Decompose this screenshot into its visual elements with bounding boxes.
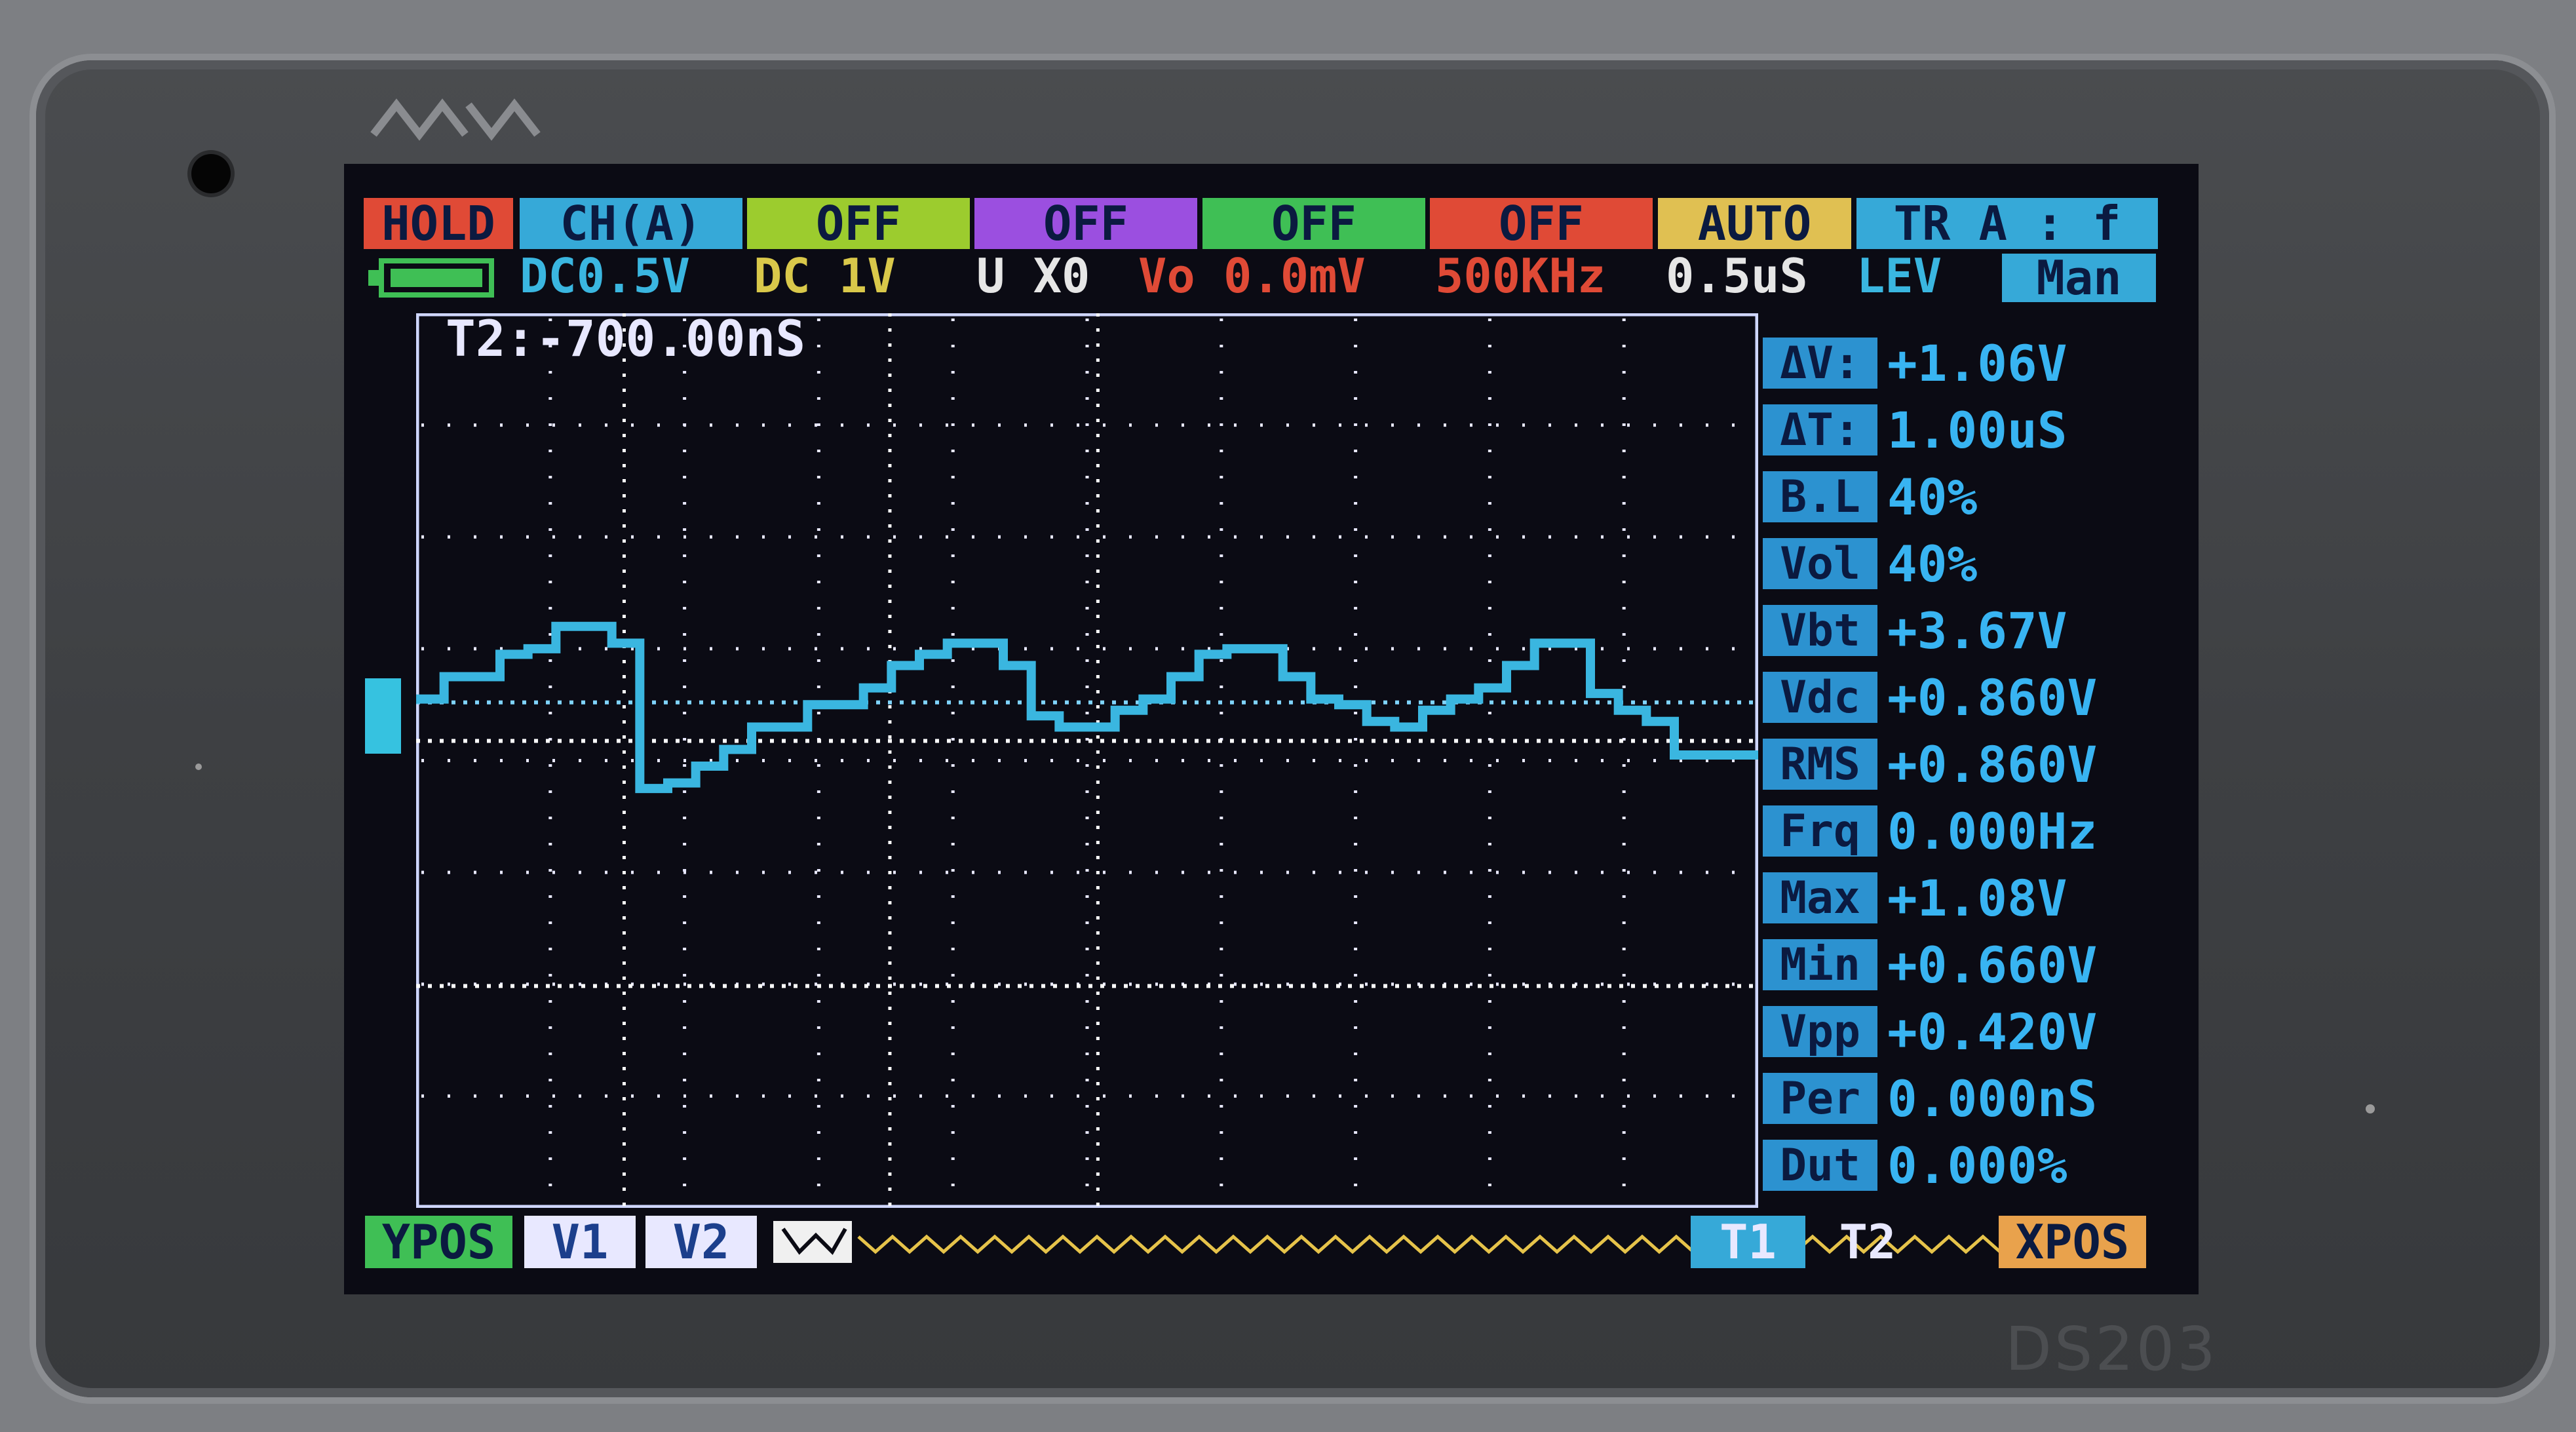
measurement-key[interactable]: Vol — [1763, 538, 1877, 590]
minidso-logo-icon — [370, 98, 541, 141]
cursor-time-readout: T2:-700.00nS — [446, 309, 806, 368]
measurement-value: 40% — [1887, 535, 1978, 593]
t2-cursor-button[interactable]: T2 — [1818, 1214, 1917, 1269]
measurement-key[interactable]: RMS — [1763, 739, 1877, 790]
v2-cursor-button[interactable]: V2 — [645, 1214, 757, 1269]
measurement-key[interactable]: Max — [1763, 872, 1877, 924]
bezel-dot — [2366, 1104, 2375, 1113]
measurement-key[interactable]: ΔT: — [1763, 404, 1877, 456]
oscilloscope-screen: HOLD CH(A) OFF OFF OFF OFF AUTO TR A : f DC0.5V… — [344, 164, 2199, 1294]
measurement-value: +0.660V — [1887, 936, 2098, 994]
measurement-key[interactable]: Dut — [1763, 1140, 1877, 1191]
channel-b-status[interactable]: DC 1V — [754, 250, 896, 301]
measurement-value: +0.860V — [1887, 735, 2098, 794]
menu-tab-3[interactable]: OFF — [974, 196, 1197, 251]
sample-rate[interactable]: 500KHz — [1435, 250, 1605, 301]
ch-a-offset-marker[interactable] — [365, 678, 401, 754]
camera-icon — [191, 154, 231, 193]
menu-tab-5[interactable]: OFF — [1430, 196, 1653, 251]
xpos-button[interactable]: XPOS — [1999, 1214, 2146, 1269]
menu-tab-2[interactable]: OFF — [747, 196, 970, 251]
measurement-value: 1.00uS — [1887, 401, 2067, 459]
trigger-level[interactable]: LEV — [1856, 250, 1942, 301]
measurement-value: +3.67V — [1887, 602, 2067, 660]
measurement-value: +0.860V — [1887, 668, 2098, 727]
menu-tab-1[interactable]: CH(A) — [520, 196, 742, 251]
measurement-value: 40% — [1887, 468, 1978, 526]
ypos-button[interactable]: YPOS — [365, 1214, 512, 1269]
menu-tab-7[interactable]: TR A : f — [1856, 196, 2158, 251]
battery-icon — [368, 258, 494, 298]
menu-tab-0[interactable]: HOLD — [364, 196, 513, 251]
model-label: DS203 — [2005, 1314, 2218, 1384]
timebase[interactable]: 0.5uS — [1666, 250, 1808, 301]
channel-a-status[interactable]: DC0.5V — [520, 250, 690, 301]
trigger-mode-button[interactable]: Man — [2002, 250, 2156, 305]
measurement-key[interactable]: Vdc — [1763, 672, 1877, 724]
waveform-plot — [416, 313, 1758, 1208]
measurement-value: +1.08V — [1887, 869, 2067, 927]
measurement-value: 0.000Hz — [1887, 802, 2098, 861]
measurement-key[interactable]: Frq — [1763, 805, 1877, 857]
measurement-value: 0.000% — [1887, 1136, 2067, 1195]
t1-cursor-button[interactable]: T1 — [1691, 1214, 1805, 1269]
measurement-key[interactable]: Vpp — [1763, 1006, 1877, 1058]
measurement-key[interactable]: B.L — [1763, 471, 1877, 523]
measurement-value: +1.06V — [1887, 334, 2067, 393]
measurement-key[interactable]: Per — [1763, 1073, 1877, 1125]
channel-d-status[interactable]: Vo 0.0mV — [1138, 250, 1366, 301]
bezel-dot — [195, 764, 202, 770]
channel-c-status[interactable]: U X0 — [976, 250, 1090, 301]
plot-frame — [416, 313, 1758, 1208]
measurement-key[interactable]: ΔV: — [1763, 338, 1877, 389]
measurement-value: 0.000nS — [1887, 1070, 2098, 1128]
measurement-key[interactable]: Min — [1763, 939, 1877, 991]
measurement-value: +0.420V — [1887, 1003, 2098, 1061]
v1-cursor-button[interactable]: V1 — [524, 1214, 636, 1269]
menu-tab-6[interactable]: AUTO — [1658, 196, 1851, 251]
measurement-key[interactable]: Vbt — [1763, 605, 1877, 657]
menu-tab-4[interactable]: OFF — [1202, 196, 1425, 251]
